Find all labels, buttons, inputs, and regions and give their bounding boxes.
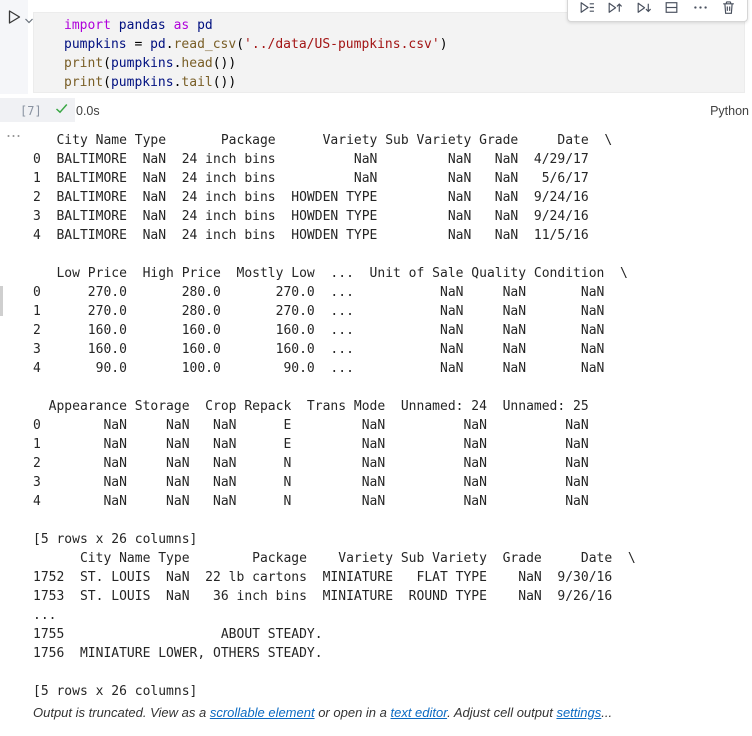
execute-cell-and-below-icon[interactable] <box>634 0 652 17</box>
run-by-line-icon[interactable] <box>577 0 595 17</box>
execution-duration: 0.0s <box>76 104 100 118</box>
truncation-notice-link[interactable]: settings <box>556 705 601 720</box>
code-line[interactable]: print(pumpkins.head()) <box>64 54 448 73</box>
code-line[interactable]: import pandas as pd <box>64 16 448 35</box>
cell-output-text: City Name Type Package Variety Sub Varie… <box>33 133 636 699</box>
truncation-notice-text: ... <box>601 705 613 720</box>
code-editor[interactable]: import pandas as pd pumpkins = pd.read_cs… <box>33 12 745 93</box>
language-indicator[interactable]: Python <box>710 104 749 118</box>
left-scrollbar-thumb[interactable] <box>0 286 3 316</box>
play-icon <box>8 10 21 24</box>
code-area[interactable]: import pandas as pd pumpkins = pd.read_cs… <box>64 16 448 92</box>
code-line[interactable]: pumpkins = pd.read_csv('../data/US-pumpk… <box>64 35 448 54</box>
split-cell-icon[interactable] <box>663 0 681 17</box>
truncation-notice-link[interactable]: text editor <box>390 705 447 720</box>
code-line[interactable]: print(pumpkins.tail()) <box>64 73 448 92</box>
output-truncation-notice: Output is truncated. View as a scrollabl… <box>33 705 612 720</box>
execution-count: [7] <box>20 104 42 118</box>
cell-toolbar <box>567 0 748 22</box>
delete-cell-icon[interactable] <box>720 0 738 17</box>
truncation-notice-text: . Adjust cell output <box>447 705 557 720</box>
output-menu-icon[interactable] <box>6 126 24 140</box>
success-check-icon <box>54 101 69 116</box>
execute-above-cells-icon[interactable] <box>606 0 624 17</box>
more-actions-icon[interactable] <box>691 0 709 17</box>
truncation-notice-text: or open in a <box>314 705 391 720</box>
truncation-notice-link[interactable]: scrollable element <box>210 705 315 720</box>
truncation-notice-text: Output is truncated. View as a <box>33 705 210 720</box>
run-cell-button[interactable] <box>4 8 24 28</box>
